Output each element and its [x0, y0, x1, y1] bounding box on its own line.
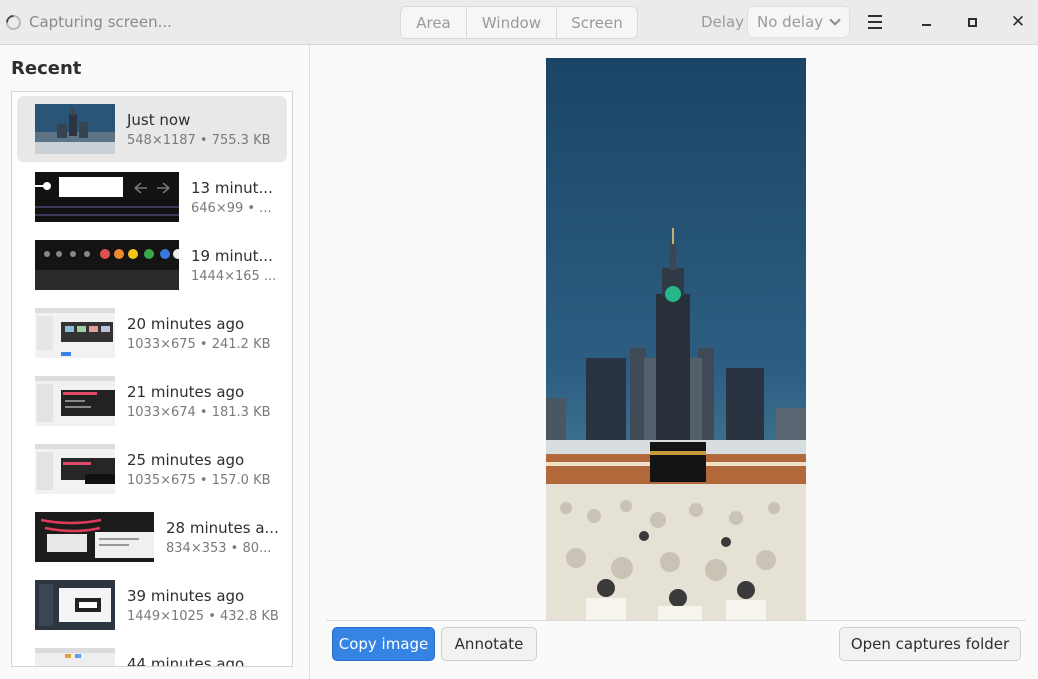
- recent-item[interactable]: 19 minut... 1444×165 ...: [17, 232, 287, 298]
- thumbnail: [35, 240, 179, 290]
- thumbnail: [35, 580, 115, 630]
- recent-item[interactable]: 28 minutes a... 834×353 • 80...: [17, 504, 287, 570]
- item-title: 13 minut...: [191, 179, 273, 197]
- menu-icon: [868, 15, 882, 17]
- item-meta: 1444×165 ...: [191, 269, 277, 284]
- recent-item[interactable]: 21 minutes ago 1033×674 • 181.3 KB: [17, 368, 287, 434]
- item-meta: 834×353 • 80...: [166, 541, 272, 556]
- recent-sidebar: Recent Just now 548×1187 • 755.3 KB 13 m…: [0, 45, 310, 679]
- copy-image-button[interactable]: Copy image: [332, 627, 435, 661]
- capture-status: Capturing screen...: [2, 0, 172, 44]
- item-meta: 1449×1025 • 432.8 KB: [127, 609, 279, 624]
- spinner-icon: [2, 11, 25, 33]
- thumbnail: [35, 648, 115, 666]
- status-text: Capturing screen...: [29, 13, 172, 31]
- recent-item[interactable]: 20 minutes ago 1033×675 • 241.2 KB: [17, 300, 287, 366]
- chevron-down-icon: [829, 14, 841, 26]
- close-icon: ✕: [1010, 11, 1026, 32]
- recent-item[interactable]: 39 minutes ago 1449×1025 • 432.8 KB: [17, 572, 287, 638]
- thumbnail: [35, 308, 115, 358]
- item-title: 28 minutes a...: [166, 519, 279, 537]
- thumbnail: [35, 376, 115, 426]
- delay-dropdown[interactable]: No delay: [747, 6, 850, 38]
- mode-area-button[interactable]: Area: [401, 7, 467, 38]
- item-title: 21 minutes ago: [127, 383, 245, 401]
- recent-item[interactable]: 25 minutes ago 1035×675 • 157.0 KB: [17, 436, 287, 502]
- minimize-button[interactable]: [912, 8, 940, 36]
- item-title: 20 minutes ago: [127, 315, 245, 333]
- header-bar: Capturing screen... Area Window Screen D…: [0, 0, 1038, 45]
- item-title: 25 minutes ago: [127, 451, 245, 469]
- item-title: 19 minut...: [191, 247, 273, 265]
- thumbnail: [35, 172, 179, 222]
- main-menu-button[interactable]: [862, 10, 888, 34]
- close-button[interactable]: ✕: [1004, 8, 1032, 36]
- maximize-button[interactable]: [958, 8, 986, 36]
- thumbnail: [35, 104, 115, 154]
- item-meta: 1033×674 • 181.3 KB: [127, 405, 271, 420]
- item-meta: 646×99 • ...: [191, 201, 272, 216]
- item-title: 44 minutes ago: [127, 655, 245, 667]
- maximize-icon: [967, 17, 977, 27]
- preview-area: [326, 45, 1026, 620]
- item-title: 39 minutes ago: [127, 587, 245, 605]
- annotate-button[interactable]: Annotate: [441, 627, 537, 661]
- screenshot-preview[interactable]: [546, 58, 806, 620]
- item-meta: 1035×675 • 157.0 KB: [127, 473, 271, 488]
- item-meta: 1033×675 • 241.2 KB: [127, 337, 271, 352]
- item-title: Just now: [127, 111, 191, 129]
- mode-window-button[interactable]: Window: [467, 7, 557, 38]
- thumbnail: [35, 512, 154, 562]
- minimize-icon: [921, 24, 931, 26]
- delay-value: No delay: [757, 13, 824, 31]
- item-meta: 548×1187 • 755.3 KB: [127, 133, 271, 148]
- thumbnail: [35, 444, 115, 494]
- recent-list[interactable]: Just now 548×1187 • 755.3 KB 13 minut...…: [11, 91, 293, 667]
- preview-divider: [326, 620, 1026, 621]
- recent-heading: Recent: [11, 58, 82, 79]
- recent-item[interactable]: Just now 548×1187 • 755.3 KB: [17, 96, 287, 162]
- capture-mode-group: Area Window Screen: [400, 6, 638, 39]
- open-captures-folder-button[interactable]: Open captures folder: [839, 627, 1021, 661]
- recent-item[interactable]: 13 minut... 646×99 • ...: [17, 164, 287, 230]
- recent-item[interactable]: 44 minutes ago: [17, 640, 287, 667]
- delay-label: Delay: [701, 13, 745, 31]
- mode-screen-button[interactable]: Screen: [557, 7, 637, 38]
